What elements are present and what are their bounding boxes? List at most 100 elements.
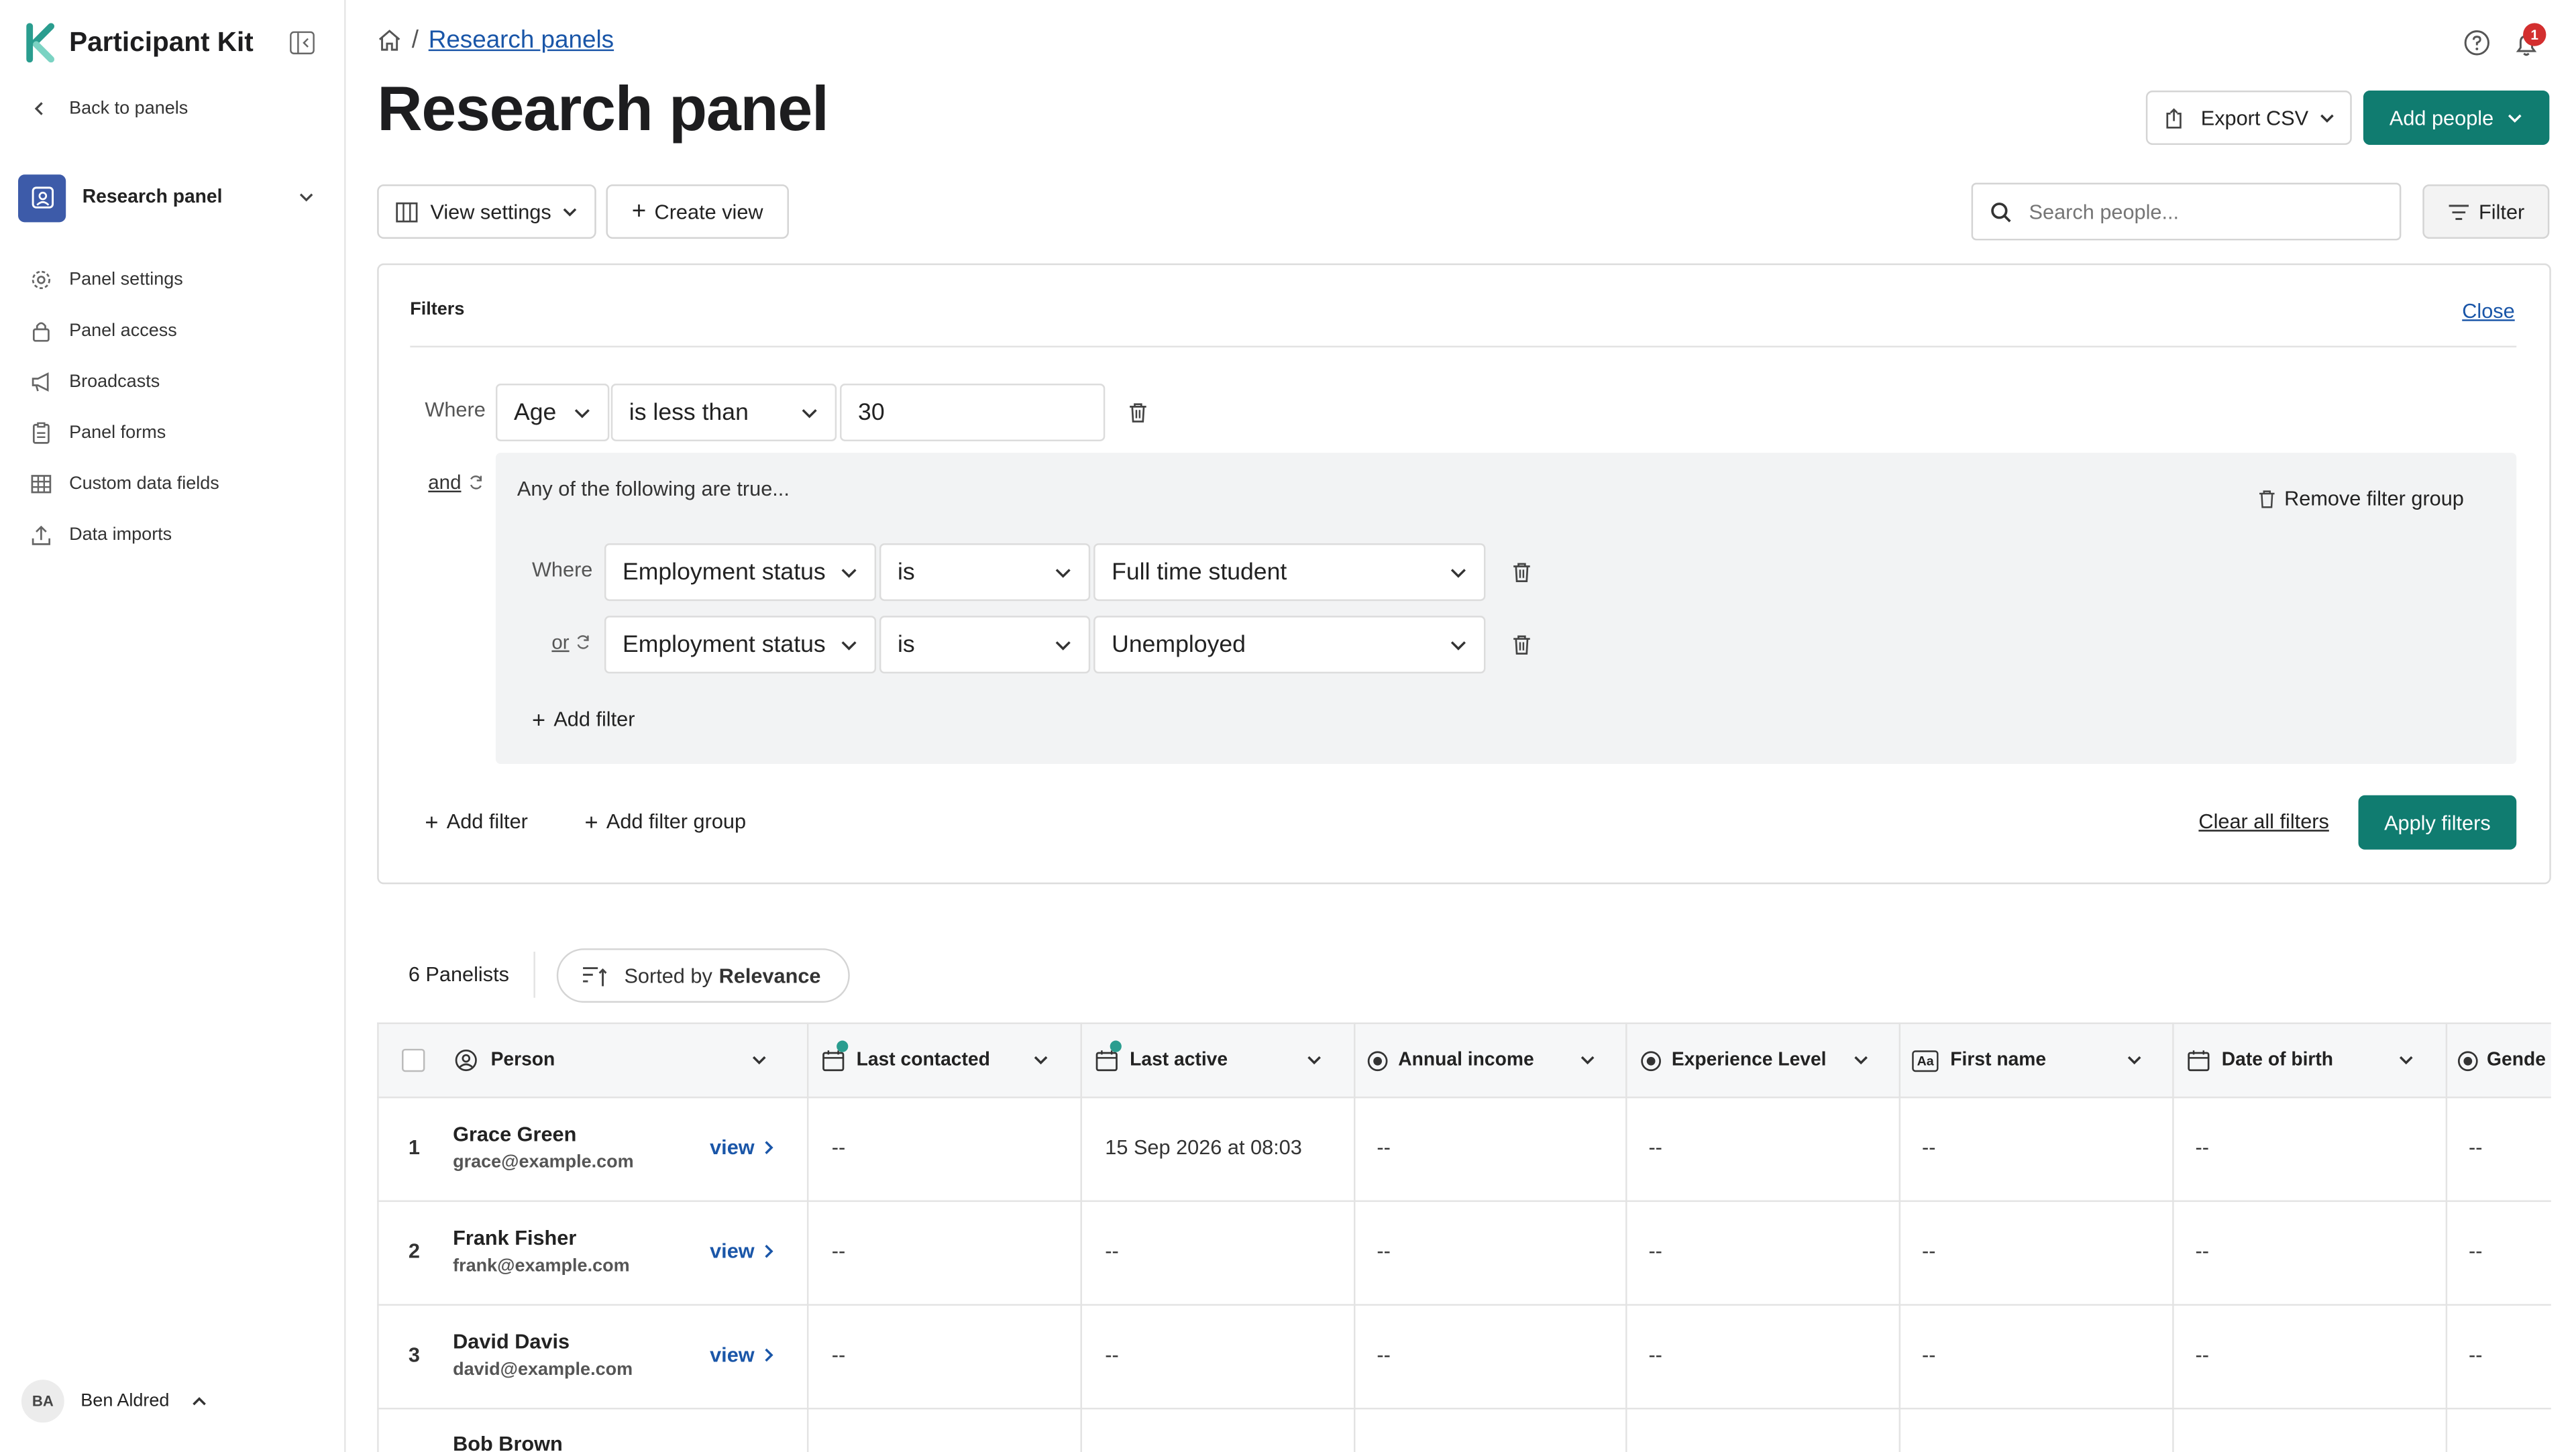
group-where-label: Where (531, 558, 593, 581)
person-name: Frank Fisher (453, 1226, 577, 1250)
where-label: Where (425, 398, 486, 422)
swap-icon (470, 476, 482, 490)
export-csv-button[interactable]: Export CSV (2145, 91, 2352, 146)
filter-field-select[interactable]: Age (495, 384, 610, 441)
table-row[interactable]: 3 David Davis david@example.com view -- … (377, 1306, 2551, 1408)
column-header-date-of-birth[interactable]: Date of birth (2187, 1023, 2434, 1099)
calendar-icon (1095, 1040, 1122, 1072)
group-filter-value: Full time student (1112, 559, 1287, 585)
notification-badge: 1 (2523, 23, 2546, 46)
close-filters-link[interactable]: Close (2462, 300, 2514, 323)
cell-gender: -- (2469, 1239, 2483, 1263)
sidebar-item-data-imports[interactable]: Data imports (30, 524, 172, 547)
column-header-last-active[interactable]: Last active (1095, 1023, 1342, 1099)
panel-switcher[interactable]: Research panel (18, 174, 325, 222)
sidebar-item-panel-settings[interactable]: Panel settings (30, 268, 183, 291)
add-filter-group-button[interactable]: + Add filter group (585, 808, 747, 834)
chevron-down-icon (1450, 567, 1466, 577)
clear-all-filters-link[interactable]: Clear all filters (2198, 810, 2328, 833)
notifications-button[interactable]: 1 (2513, 23, 2546, 61)
filter-operator-select[interactable]: is less than (610, 384, 837, 441)
view-person-link[interactable]: view (710, 1240, 775, 1263)
back-to-panels-link[interactable]: Back to panels (30, 99, 188, 119)
delete-group-filter-1-icon[interactable] (1512, 561, 1532, 583)
view-settings-button[interactable]: View settings (377, 184, 596, 239)
group-filter-field-value: Employment status (622, 631, 826, 658)
add-filter-label: Add filter (446, 809, 528, 834)
column-header-label: First name (1950, 1050, 2047, 1070)
group-filter-1-field-select[interactable]: Employment status (604, 543, 877, 602)
sorted-value: Relevance (718, 964, 821, 987)
breadcrumb-research-panels-link[interactable]: Research panels (429, 26, 614, 54)
table-row[interactable]: 2 Frank Fisher frank@example.com view --… (377, 1202, 2551, 1304)
person-email: frank@example.com (453, 1256, 630, 1276)
sidebar: Participant Kit Back to panels Research … (0, 0, 346, 1452)
group-add-filter-button[interactable]: + Add filter (532, 706, 635, 732)
add-people-button[interactable]: Add people (2363, 91, 2550, 146)
chevron-right-icon (765, 1244, 773, 1258)
sort-button[interactable]: Sorted by Relevance (556, 948, 850, 1003)
remove-filter-group-button[interactable]: Remove filter group (2258, 488, 2464, 510)
sidebar-item-label: Data imports (69, 525, 172, 545)
cell-gender: -- (2469, 1135, 2483, 1160)
chevron-down-icon (752, 1056, 766, 1065)
group-filter-2-field-select[interactable]: Employment status (604, 616, 877, 674)
cell-experience-level: -- (1648, 1343, 1662, 1367)
group-filter-1-operator-select[interactable]: is (879, 543, 1091, 602)
notification-count: 1 (2530, 26, 2539, 43)
cell-date-of-birth: -- (2195, 1135, 2209, 1160)
table-row[interactable]: 1 Grace Green grace@example.com view -- … (377, 1098, 2551, 1200)
or-label: or (551, 630, 570, 654)
view-person-link[interactable]: view (710, 1343, 775, 1367)
person-icon (455, 1049, 477, 1072)
panel-icon (18, 174, 66, 222)
cell-date-of-birth: -- (2195, 1343, 2209, 1367)
or-toggle[interactable]: or (551, 630, 590, 654)
delete-group-filter-2-icon[interactable] (1512, 634, 1532, 655)
sidebar-item-panel-access[interactable]: Panel access (30, 319, 177, 342)
apply-filters-button[interactable]: Apply filters (2358, 795, 2517, 850)
create-view-button[interactable]: + Create view (606, 184, 789, 239)
user-menu[interactable]: BA Ben Aldred (21, 1380, 207, 1423)
delete-filter-icon[interactable] (1128, 402, 1148, 423)
help-icon[interactable] (2464, 30, 2490, 56)
group-filter-2-operator-select[interactable]: is (879, 616, 1091, 674)
view-person-link[interactable]: view (710, 1136, 775, 1159)
search-field[interactable] (2025, 198, 2387, 225)
sidebar-item-custom-data-fields[interactable]: Custom data fields (30, 473, 219, 496)
collapse-sidebar-icon[interactable] (290, 31, 315, 55)
filter-value-input[interactable]: 30 (840, 384, 1106, 441)
upload-icon (32, 525, 51, 545)
search-input[interactable] (1971, 182, 2402, 241)
group-filter-value: Unemployed (1112, 631, 1246, 658)
chevron-down-icon (1034, 1056, 1048, 1065)
home-icon[interactable] (377, 28, 402, 53)
chevron-down-icon (299, 193, 313, 202)
add-filter-label: Add filter (553, 708, 635, 732)
breadcrumb: / Research panels (377, 26, 614, 54)
app-logo[interactable]: Participant Kit (25, 23, 254, 63)
cell-gender: -- (2469, 1343, 2483, 1367)
group-filter-field-value: Employment status (622, 559, 826, 585)
select-all-checkbox[interactable] (402, 1048, 425, 1072)
chevron-down-icon (1854, 1056, 1868, 1065)
filter-button[interactable]: Filter (2422, 184, 2550, 239)
user-name: Ben Aldred (80, 1391, 170, 1411)
group-filter-1-value-select[interactable]: Full time student (1093, 543, 1486, 602)
column-header-experience-level[interactable]: Experience Level (1640, 1023, 1887, 1099)
column-header-first-name[interactable]: Aa First name (1912, 1023, 2159, 1099)
group-filter-2-value-select[interactable]: Unemployed (1093, 616, 1486, 674)
chevron-left-icon (34, 102, 43, 115)
add-filter-button[interactable]: + Add filter (425, 808, 528, 834)
cell-last-active: -- (1105, 1343, 1119, 1367)
sidebar-item-broadcasts[interactable]: Broadcasts (30, 370, 160, 393)
and-toggle[interactable]: and (428, 471, 484, 494)
column-header-person[interactable]: Person (455, 1023, 784, 1099)
filter-label: Filter (2479, 200, 2525, 223)
sidebar-item-panel-forms[interactable]: Panel forms (30, 421, 166, 444)
column-header-annual-income[interactable]: Annual income (1367, 1023, 1614, 1099)
column-header-gender[interactable]: Gende (2457, 1023, 2551, 1099)
column-header-last-contacted[interactable]: Last contacted (822, 1023, 1069, 1099)
cell-last-contacted: -- (831, 1135, 846, 1160)
table-row[interactable]: Bob Brown (377, 1409, 2551, 1452)
